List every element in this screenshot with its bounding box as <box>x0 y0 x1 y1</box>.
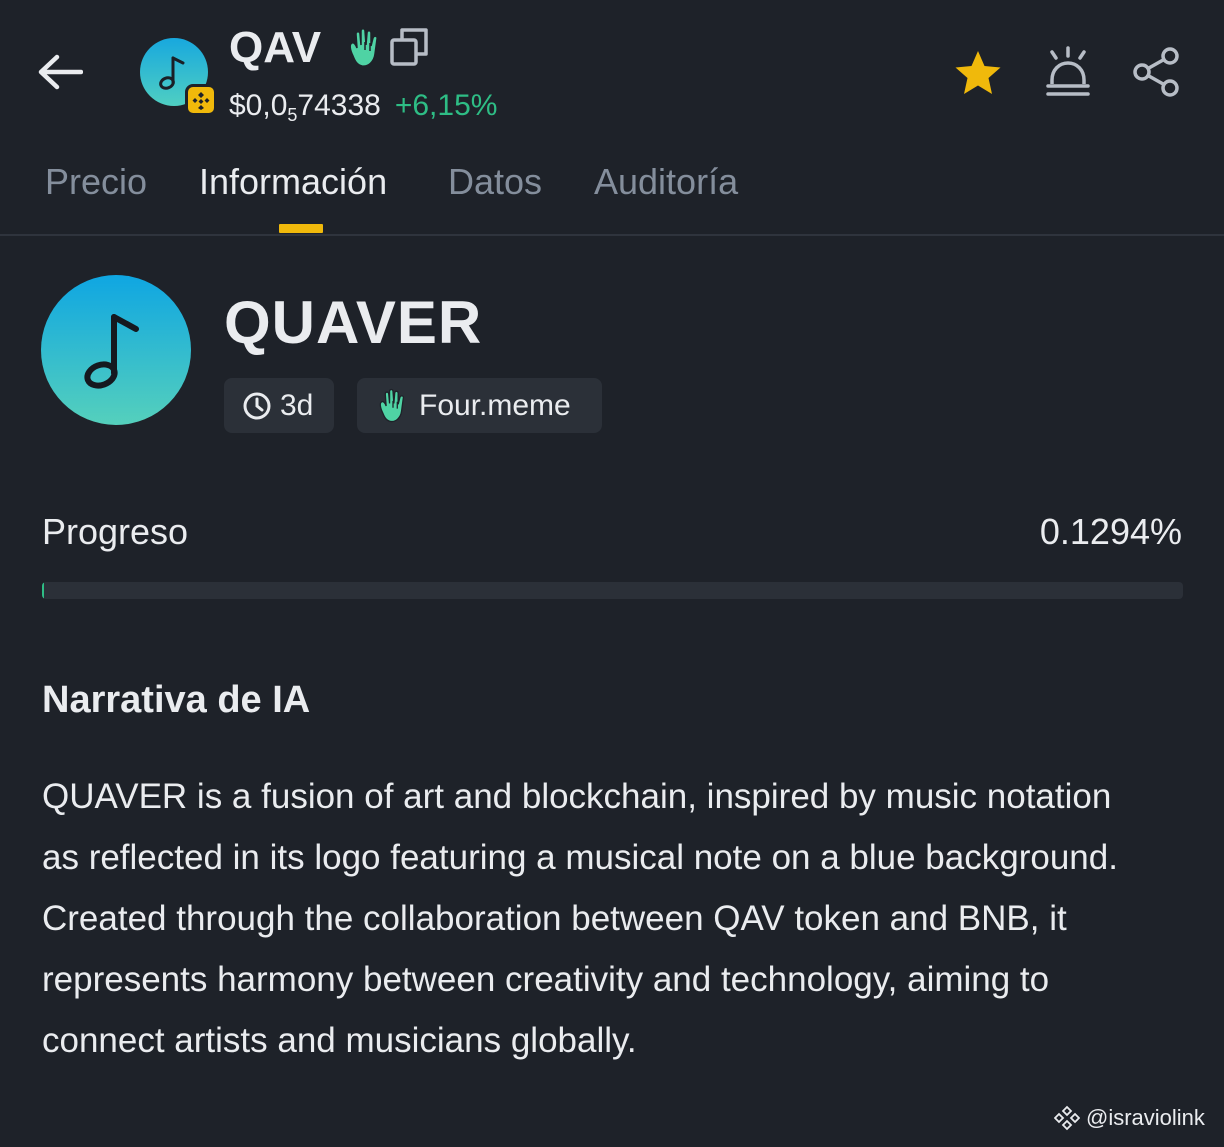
share-button[interactable] <box>1128 44 1184 100</box>
tab-auditoria[interactable]: Auditoría <box>594 160 738 204</box>
tab-precio[interactable]: Precio <box>45 160 147 204</box>
bnb-chain-badge <box>185 84 217 116</box>
binance-logo-icon <box>1054 1105 1080 1131</box>
platform-chip[interactable]: Four.meme <box>357 378 602 433</box>
copy-icon <box>390 28 428 66</box>
clock-icon <box>243 392 271 419</box>
bnb-icon <box>192 92 210 110</box>
narrative-body: QUAVER is a fusion of art and blockchain… <box>42 777 1118 1060</box>
narrative-title: Narrativa de IA <box>42 679 311 721</box>
back-button[interactable] <box>28 40 92 104</box>
favorite-button[interactable] <box>950 46 1006 102</box>
price-alert-button[interactable] <box>1040 44 1096 100</box>
share-icon <box>1133 47 1179 97</box>
four-meme-hand-icon <box>379 388 405 422</box>
watermark: @israviolink <box>1054 1105 1205 1131</box>
progress-bar <box>42 582 1183 599</box>
watermark-handle: @israviolink <box>1086 1105 1205 1130</box>
copy-button[interactable] <box>388 26 430 68</box>
tab-bar: Precio Información Datos Auditoría <box>0 152 1224 236</box>
token-age-chip: 3d <box>224 378 334 433</box>
tab-informacion[interactable]: Información <box>199 160 387 204</box>
token-name: QUAVER <box>224 289 483 356</box>
alarm-icon <box>1046 46 1090 96</box>
progress-value: 0.1294% <box>1039 511 1182 552</box>
active-tab-indicator <box>279 224 323 233</box>
music-note-icon <box>84 314 139 389</box>
token-ticker: QAV <box>229 23 322 72</box>
platform-name: Four.meme <box>419 388 571 422</box>
four-meme-hand-icon <box>344 26 386 70</box>
progress-label: Progreso <box>42 511 189 552</box>
token-logo <box>41 275 191 425</box>
star-icon <box>955 51 1001 94</box>
token-price: $0,0574338 <box>229 89 381 125</box>
progress-bar-fill <box>42 582 44 599</box>
price-change: +6,15% <box>394 89 498 122</box>
arrow-left-icon <box>38 54 83 90</box>
token-age: 3d <box>280 388 314 422</box>
tab-datos[interactable]: Datos <box>448 160 542 204</box>
price-row: $0,0574338 +6,15% <box>229 86 497 135</box>
